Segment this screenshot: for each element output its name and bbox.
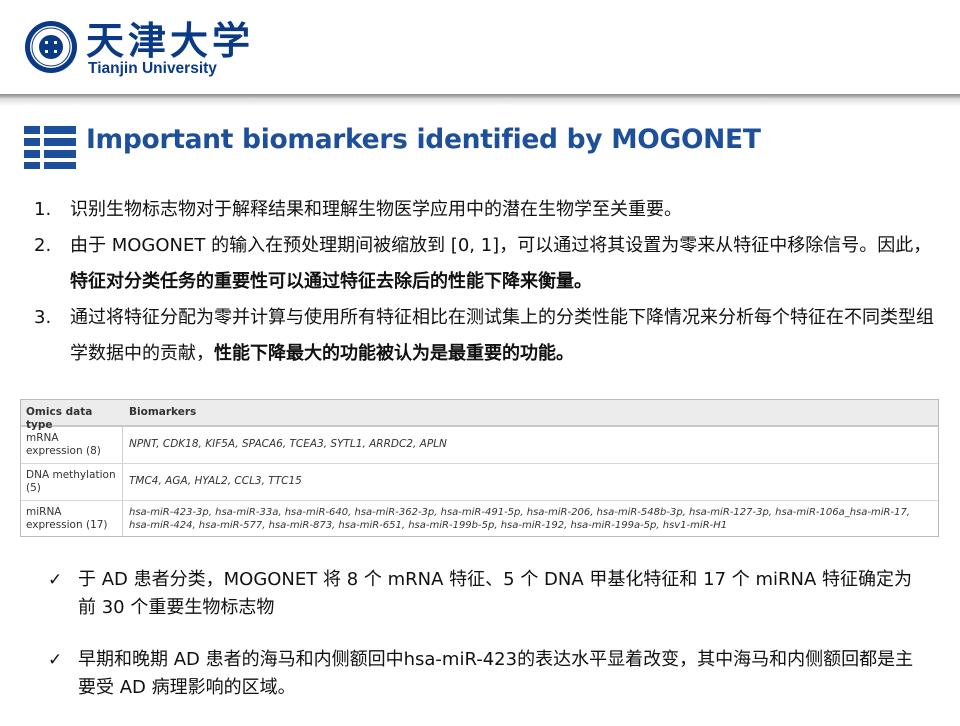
check-item: ✓ 早期和晚期 AD 患者的海马和内侧额回中hsa-miR-423的表达水平显着… bbox=[44, 646, 924, 702]
list-text-plain: 识别生物标志物对于解释结果和理解生物医学应用中的潜在生物学至关重要。 bbox=[70, 199, 682, 220]
checkmark-icon: ✓ bbox=[48, 570, 63, 590]
list-item: 2. 由于 MOGONET 的输入在预处理期间被缩放到 [0, 1]，可以通过将… bbox=[34, 228, 934, 300]
list-item: 1. 识别生物标志物对于解释结果和理解生物医学应用中的潜在生物学至关重要。 bbox=[34, 192, 934, 228]
list-text-bold: 特征对分类任务的重要性可以通过特征去除后的性能下降来衡量。 bbox=[70, 271, 592, 292]
cell-biomarkers: hsa-miR-423-3p, hsa-miR-33a, hsa-miR-640… bbox=[129, 507, 910, 531]
cell-biomarkers: TMC4, AGA, HYAL2, CCL3, TTC15 bbox=[129, 475, 302, 487]
list-text: 通过将特征分配为零并计算与使用所有特征相比在测试集上的分类性能下降情况来分析每个… bbox=[70, 300, 934, 372]
list-number: 3. bbox=[34, 307, 52, 328]
table-header: Omics data type Biomarkers bbox=[21, 400, 938, 431]
checkmark-icon: ✓ bbox=[48, 650, 63, 670]
list-number: 2. bbox=[34, 235, 52, 256]
check-text: 于 AD 患者分类，MOGONET 将 8 个 mRNA 特征、5 个 DNA … bbox=[78, 569, 913, 618]
cell-omics-type: mRNA expression (8) bbox=[26, 432, 101, 457]
list-text-plain: 由于 MOGONET 的输入在预处理期间被缩放到 [0, 1]，可以通过将其设置… bbox=[70, 235, 932, 256]
check-text: 早期和晚期 AD 患者的海马和内侧额回中hsa-miR-423的表达水平显着改变… bbox=[78, 649, 914, 698]
slide-title: Important biomarkers identified by MOGON… bbox=[86, 124, 761, 155]
table-row: DNA methylation (5) TMC4, AGA, HYAL2, CC… bbox=[21, 464, 938, 501]
title-stripes-icon bbox=[24, 125, 76, 169]
table-row: miRNA expression (17) hsa-miR-423-3p, hs… bbox=[21, 501, 938, 536]
biomarkers-table: Omics data type Biomarkers mRNA expressi… bbox=[20, 399, 939, 537]
header-divider-shadow bbox=[0, 98, 960, 106]
numbered-list: 1. 识别生物标志物对于解释结果和理解生物医学应用中的潜在生物学至关重要。 2.… bbox=[34, 192, 934, 372]
list-text: 识别生物标志物对于解释结果和理解生物医学应用中的潜在生物学至关重要。 bbox=[70, 192, 934, 228]
cell-omics-type: miRNA expression (17) bbox=[26, 506, 108, 531]
check-list: ✓ 于 AD 患者分类，MOGONET 将 8 个 mRNA 特征、5 个 DN… bbox=[44, 566, 924, 726]
university-seal-icon bbox=[25, 21, 77, 73]
header-biomarkers: Biomarkers bbox=[129, 406, 197, 418]
cell-biomarkers: NPNT, CDK18, KIF5A, SPACA6, TCEA3, SYTL1… bbox=[129, 438, 447, 450]
list-item: 3. 通过将特征分配为零并计算与使用所有特征相比在测试集上的分类性能下降情况来分… bbox=[34, 300, 934, 372]
list-text-bold: 性能下降最大的功能被认为是最重要的功能。 bbox=[214, 343, 574, 364]
university-logo-chinese: 天津大学 bbox=[86, 18, 255, 63]
list-text: 由于 MOGONET 的输入在预处理期间被缩放到 [0, 1]，可以通过将其设置… bbox=[70, 228, 934, 300]
list-number: 1. bbox=[34, 199, 52, 220]
slide-header: 天津大学 Tianjin University bbox=[0, 0, 960, 94]
university-logo-english: Tianjin University bbox=[88, 60, 217, 77]
cell-omics-type: DNA methylation (5) bbox=[26, 469, 116, 494]
check-item: ✓ 于 AD 患者分类，MOGONET 将 8 个 mRNA 特征、5 个 DN… bbox=[44, 566, 924, 622]
table-row: mRNA expression (8) NPNT, CDK18, KIF5A, … bbox=[21, 427, 938, 464]
